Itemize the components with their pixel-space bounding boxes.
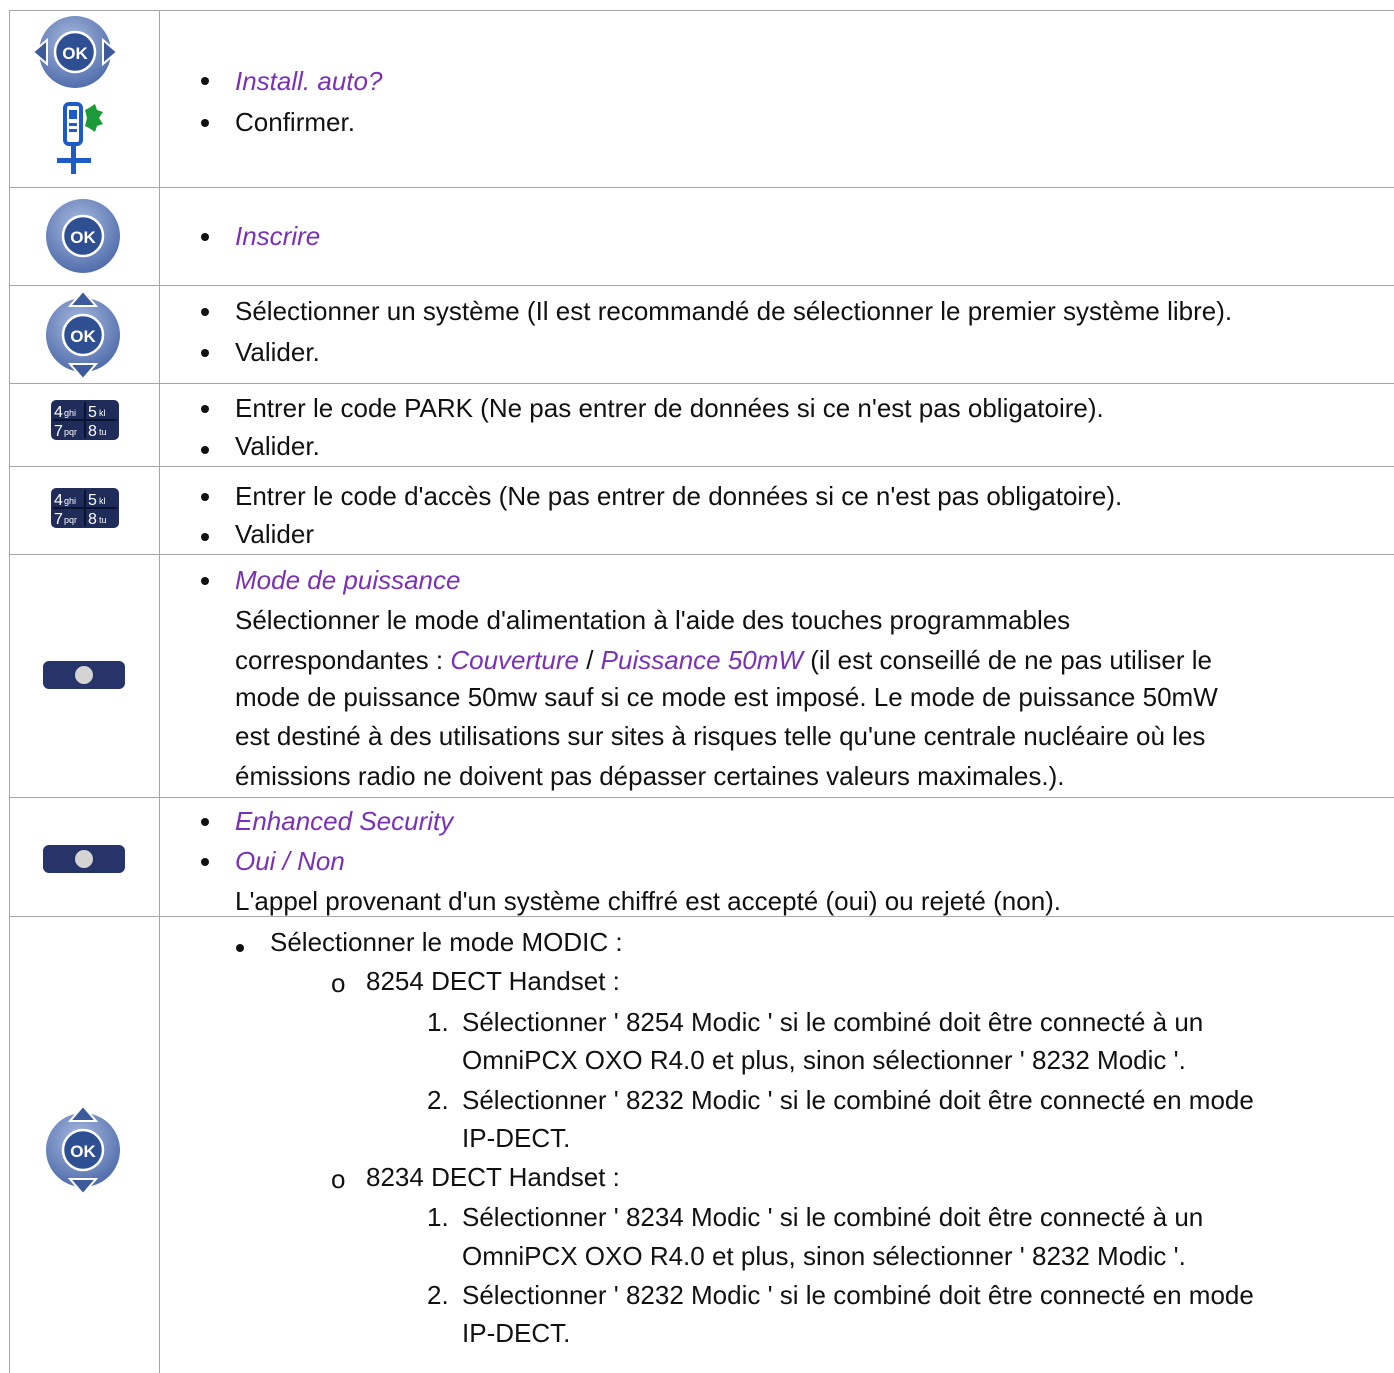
ok-nav-up-down-icon: OK (43, 289, 123, 381)
svg-text:7: 7 (54, 423, 63, 440)
bullet (201, 119, 209, 127)
step-text: Entrer le code PARK (Ne pas entrer de do… (235, 393, 1104, 423)
svg-text:kl: kl (99, 408, 106, 418)
step-number: 2. (427, 1085, 449, 1115)
bullet (201, 577, 209, 585)
table-divider (9, 383, 1394, 384)
step-text: Valider (235, 519, 315, 549)
menu-item-mode-puissance: Mode de puissance (235, 565, 461, 595)
softkey-icon (43, 845, 125, 873)
table-column-divider (159, 10, 160, 1373)
step-text: Valider. (235, 431, 320, 461)
menu-item-install-auto: Install. auto? (235, 66, 383, 96)
paragraph-line: est destiné à des utilisations sur sites… (235, 721, 1206, 751)
paragraph-line: L'appel provenant d'un système chiffré e… (235, 886, 1062, 916)
ok-button-icon: OK (43, 196, 123, 276)
handset-label: 8254 DECT Handset : (366, 966, 620, 996)
text: (il est conseillé de ne pas utiliser le (802, 645, 1212, 675)
paragraph-line: correspondantes : Couverture / Puissance… (235, 640, 1212, 680)
table-divider (9, 187, 1394, 188)
bullet (201, 405, 209, 413)
svg-text:tu: tu (99, 427, 107, 437)
step-text: Entrer le code d'accès (Ne pas entrer de… (235, 481, 1123, 511)
menu-item-oui-non: Oui / Non (235, 846, 345, 876)
svg-text:ghi: ghi (64, 496, 76, 506)
table-divider (9, 285, 1394, 286)
menu-item-inscrire: Inscrire (235, 221, 321, 251)
svg-text:5: 5 (88, 404, 97, 421)
svg-text:kl: kl (99, 496, 106, 506)
option-couverture: Couverture (450, 645, 579, 675)
keypad-icon: 4 ghi 5 kl 7 pqr 8 tu (51, 488, 119, 528)
step-text: Valider. (235, 337, 320, 367)
step-text: OmniPCX OXO R4.0 et plus, sinon sélectio… (462, 1241, 1186, 1271)
handset-label: 8234 DECT Handset : (366, 1162, 620, 1192)
step-text: Sélectionner ' 8232 Modic ' si le combin… (462, 1280, 1254, 1310)
step-number: 1. (427, 1202, 449, 1232)
bullet (201, 233, 209, 241)
svg-text:tu: tu (99, 515, 107, 525)
svg-text:pqr: pqr (64, 515, 77, 525)
svg-text:8: 8 (88, 511, 97, 528)
bullet (236, 944, 244, 952)
step-text: Sélectionner ' 8254 Modic ' si le combin… (462, 1007, 1204, 1037)
paragraph-line: Sélectionner le mode d'alimentation à l'… (235, 605, 1071, 635)
step-text: Sélectionner un système (Il est recomman… (235, 296, 1233, 326)
table-divider (9, 466, 1394, 467)
svg-text:OK: OK (70, 228, 96, 247)
table-divider (9, 797, 1394, 798)
step-text: IP-DECT. (462, 1318, 571, 1348)
sub-bullet: o (331, 968, 346, 998)
ok-nav-left-right-icon: OK (31, 12, 119, 92)
bullet (201, 308, 209, 316)
handset-install-icon (55, 100, 105, 178)
paragraph-line: émissions radio ne doivent pas dépasser … (235, 761, 1065, 791)
modic-title: Sélectionner le mode MODIC : (270, 927, 623, 957)
sub-bullet: o (331, 1164, 346, 1194)
table-border-left (9, 10, 10, 1373)
svg-text:ghi: ghi (64, 408, 76, 418)
svg-text:OK: OK (70, 327, 96, 346)
text: correspondantes : (235, 645, 451, 675)
step-text: Confirmer. (235, 107, 355, 137)
bullet (201, 533, 209, 541)
svg-text:5: 5 (88, 492, 97, 509)
paragraph-line: mode de puissance 50mw sauf si ce mode e… (235, 682, 1218, 712)
step-text: OmniPCX OXO R4.0 et plus, sinon sélectio… (462, 1045, 1186, 1075)
bullet (201, 818, 209, 826)
step-text: IP-DECT. (462, 1123, 571, 1153)
bullet (201, 77, 209, 85)
ok-nav-up-down-icon: OK (43, 1104, 123, 1196)
bullet (201, 493, 209, 501)
svg-text:4: 4 (54, 492, 63, 509)
bullet (201, 349, 209, 357)
svg-text:8: 8 (88, 423, 97, 440)
instruction-table: OK Install. auto? Confirmer. OK Inscrire… (0, 0, 1394, 1373)
text: / (578, 645, 601, 675)
table-border-top (9, 10, 1394, 11)
step-number: 1. (427, 1007, 449, 1037)
svg-text:OK: OK (70, 1142, 96, 1161)
svg-text:4: 4 (54, 404, 63, 421)
bullet (201, 858, 209, 866)
step-text: Sélectionner ' 8232 Modic ' si le combin… (462, 1085, 1254, 1115)
svg-text:OK: OK (62, 44, 88, 63)
option-puissance-50mw: Puissance 50mW (600, 645, 803, 675)
bullet (201, 446, 209, 454)
step-text: Sélectionner ' 8234 Modic ' si le combin… (462, 1202, 1204, 1232)
softkey-icon (43, 661, 125, 689)
svg-text:7: 7 (54, 511, 63, 528)
svg-text:pqr: pqr (64, 427, 77, 437)
table-divider (9, 554, 1394, 555)
keypad-icon: 4 ghi 5 kl 7 pqr 8 tu (51, 400, 119, 440)
step-number: 2. (427, 1280, 449, 1310)
menu-item-enhanced-security: Enhanced Security (235, 806, 454, 836)
